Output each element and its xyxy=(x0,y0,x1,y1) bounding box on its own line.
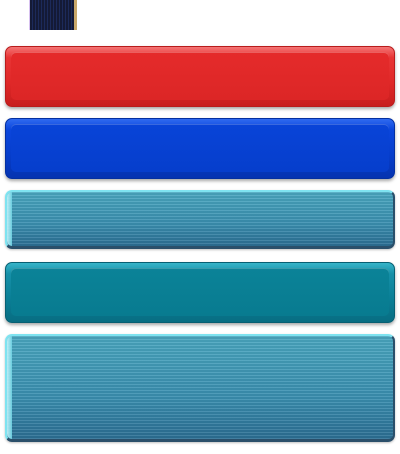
teal-button-face xyxy=(11,268,389,316)
red-glossy-button[interactable] xyxy=(5,46,395,107)
striped-button-highlight xyxy=(7,192,12,246)
blue-button-face xyxy=(11,124,389,172)
blue-glossy-button[interactable] xyxy=(5,118,395,179)
red-button-face xyxy=(11,52,389,100)
teal-glossy-button[interactable] xyxy=(5,262,395,323)
tall-teal-striped-button[interactable] xyxy=(5,334,395,442)
teal-striped-button[interactable] xyxy=(5,190,395,249)
tall-striped-button-highlight xyxy=(7,336,12,439)
thumbnail-image xyxy=(29,0,77,30)
